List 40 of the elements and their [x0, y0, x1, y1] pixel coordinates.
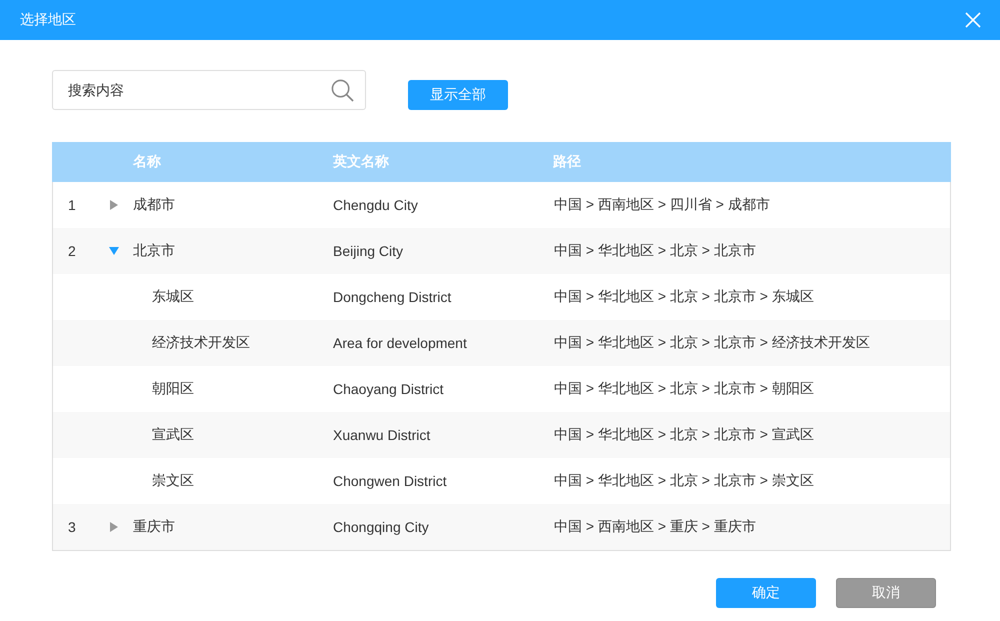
column-header: 路径: [553, 153, 581, 171]
region-path: 中国 > 华北地区 > 北京 > 北京市 > 朝阳区: [554, 380, 814, 398]
region-path: 中国 > 华北地区 > 北京 > 北京市 > 经济技术开发区: [554, 334, 870, 352]
english-name: Beijing City: [333, 243, 404, 259]
row-number: 2: [68, 243, 76, 259]
region-path: 中国 > 华北地区 > 北京 > 北京市: [554, 242, 756, 260]
region-name: 重庆市: [133, 518, 175, 536]
cancel-button[interactable]: 取消: [836, 578, 936, 608]
region-path: 中国 > 华北地区 > 北京 > 北京市 > 宣武区: [554, 426, 814, 444]
search-field[interactable]: 搜索内容: [52, 70, 366, 110]
english-name: Chaoyang District: [333, 381, 444, 397]
expand-arrow-icon[interactable]: [110, 522, 118, 532]
search-icon[interactable]: [331, 79, 354, 102]
english-name: Dongcheng District: [333, 289, 452, 305]
column-header: 名称: [133, 153, 161, 171]
region-name: 东城区: [152, 288, 194, 306]
english-name: Chengdu City: [333, 197, 418, 213]
show-all-button[interactable]: 显示全部: [408, 80, 508, 110]
english-name: Chongqing City: [333, 519, 429, 535]
column-header: 英文名称: [333, 153, 389, 171]
window-title: 选择地区: [20, 11, 76, 29]
expand-arrow-icon[interactable]: [110, 200, 118, 210]
english-name: Chongwen District: [333, 473, 447, 489]
region-name: 北京市: [133, 242, 175, 260]
region-path: 中国 > 西南地区 > 四川省 > 成都市: [554, 196, 770, 214]
region-path: 中国 > 华北地区 > 北京 > 北京市 > 东城区: [554, 288, 814, 306]
row-number: 3: [68, 519, 76, 535]
collapse-arrow-icon[interactable]: [109, 247, 119, 255]
region-path: 中国 > 华北地区 > 北京 > 北京市 > 崇文区: [554, 472, 814, 490]
english-name: Xuanwu District: [333, 427, 430, 443]
close-icon[interactable]: [965, 12, 981, 28]
confirm-button[interactable]: 确定: [716, 578, 816, 608]
region-name: 成都市: [133, 196, 175, 214]
region-path: 中国 > 西南地区 > 重庆 > 重庆市: [554, 518, 756, 536]
english-name: Area for development: [333, 335, 467, 351]
region-name: 朝阳区: [152, 380, 194, 398]
region-name: 崇文区: [152, 472, 194, 490]
row-number: 1: [68, 197, 76, 213]
region-name: 宣武区: [152, 426, 194, 444]
region-name: 经济技术开发区: [152, 334, 250, 352]
